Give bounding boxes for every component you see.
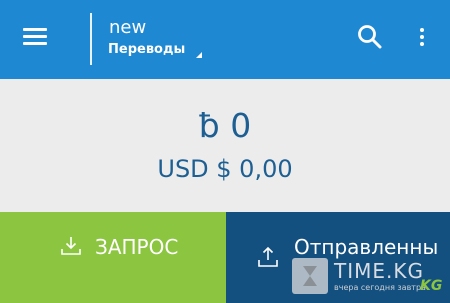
crypto-balance: ƀ 0 <box>198 106 252 145</box>
more-vert-dot <box>420 42 424 46</box>
menu-button[interactable] <box>14 22 54 52</box>
more-vert-dot <box>420 35 424 39</box>
search-button[interactable] <box>354 21 386 53</box>
upload-icon <box>258 246 278 267</box>
hamburger-line <box>23 42 47 45</box>
app-bar-divider <box>90 13 92 65</box>
send-button[interactable]: Отправленны <box>226 212 450 303</box>
section-label: Переводы <box>108 42 186 57</box>
account-name: new <box>109 17 147 38</box>
download-icon <box>61 237 81 255</box>
more-options-button[interactable] <box>408 21 436 53</box>
request-button[interactable]: ЗАПРОС <box>0 212 226 303</box>
send-label: Отправленны <box>294 235 439 259</box>
hamburger-line <box>23 28 47 31</box>
search-icon <box>358 25 382 49</box>
fiat-balance: USD $ 0,00 <box>157 155 293 183</box>
hamburger-line <box>23 35 47 38</box>
app-bar: new Переводы <box>0 0 450 79</box>
dropdown-triangle-icon <box>196 52 202 58</box>
account-selector[interactable]: new Переводы <box>108 14 228 64</box>
request-label: ЗАПРОС <box>95 235 179 259</box>
more-vert-dot <box>420 28 424 32</box>
